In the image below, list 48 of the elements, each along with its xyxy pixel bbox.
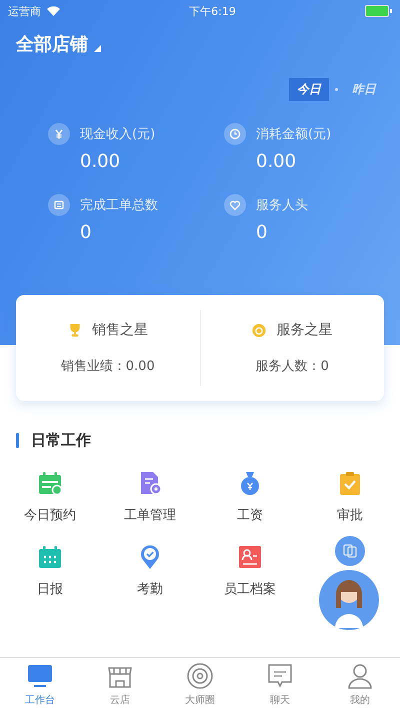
tab-bar-item[interactable]: 我的 xyxy=(320,658,400,711)
tab-bar-item[interactable]: 大师圈 xyxy=(160,658,240,711)
floating-button[interactable] xyxy=(335,536,365,566)
swap-icon xyxy=(342,543,358,559)
store-selector[interactable]: 全部店铺 xyxy=(16,32,88,56)
medal-icon xyxy=(252,322,266,338)
stat-value: 0 xyxy=(80,222,92,243)
section-title: 日常工作 xyxy=(31,431,91,450)
feature-shortcut[interactable]: 工资 xyxy=(200,470,300,524)
clipboard-check-icon xyxy=(337,470,363,496)
star-title: 服务之星 xyxy=(276,321,332,339)
stat-label: 消耗金额(元) xyxy=(256,126,332,143)
caret-icon[interactable] xyxy=(94,44,101,52)
profile-card-icon xyxy=(237,544,263,570)
stat-label: 完成工单总数 xyxy=(80,197,159,214)
tab-bar-item[interactable]: 聊天 xyxy=(240,658,320,711)
stat-value: 0 xyxy=(256,222,268,243)
tab-bar-item[interactable]: 工作台 xyxy=(0,658,80,711)
battery-icon xyxy=(364,5,392,17)
yuan-icon xyxy=(48,123,70,145)
tab-bar-item[interactable]: 云店 xyxy=(80,658,160,711)
person-icon xyxy=(346,662,374,690)
wifi-icon xyxy=(47,6,60,16)
trophy-icon xyxy=(68,322,82,338)
feature-shortcut[interactable]: 今日预约 xyxy=(0,470,100,524)
star-title: 销售之星 xyxy=(92,321,148,339)
clock-time: 下午6:19 xyxy=(189,4,236,18)
clock-icon xyxy=(224,123,246,145)
period-tab[interactable]: 今日 xyxy=(289,78,329,101)
stat-label: 服务人头 xyxy=(256,197,309,214)
calendar-icon xyxy=(37,544,63,570)
star-metric: 服务人数：0 xyxy=(256,358,329,375)
star-metric: 销售业绩：0.00 xyxy=(60,358,155,375)
monitor-icon xyxy=(26,662,54,690)
order-icon xyxy=(48,194,70,216)
stat-value: 0.00 xyxy=(256,151,298,172)
feature-shortcut[interactable]: 日报 xyxy=(0,544,100,598)
stat-label: 现金收入(元) xyxy=(80,126,156,143)
calendar-icon xyxy=(37,470,63,496)
feature-shortcut[interactable]: 考勤 xyxy=(100,544,200,598)
avatar[interactable] xyxy=(319,570,379,630)
chat-bubble-icon xyxy=(266,662,294,690)
feature-shortcut[interactable]: 员工档案 xyxy=(200,544,300,598)
disc-icon xyxy=(186,662,214,690)
stat-value: 0.00 xyxy=(80,151,122,172)
carrier-label: 运营商 xyxy=(8,4,41,18)
feature-shortcut[interactable]: 审批 xyxy=(300,470,400,524)
feature-shortcut[interactable]: 工单管理 xyxy=(100,470,200,524)
